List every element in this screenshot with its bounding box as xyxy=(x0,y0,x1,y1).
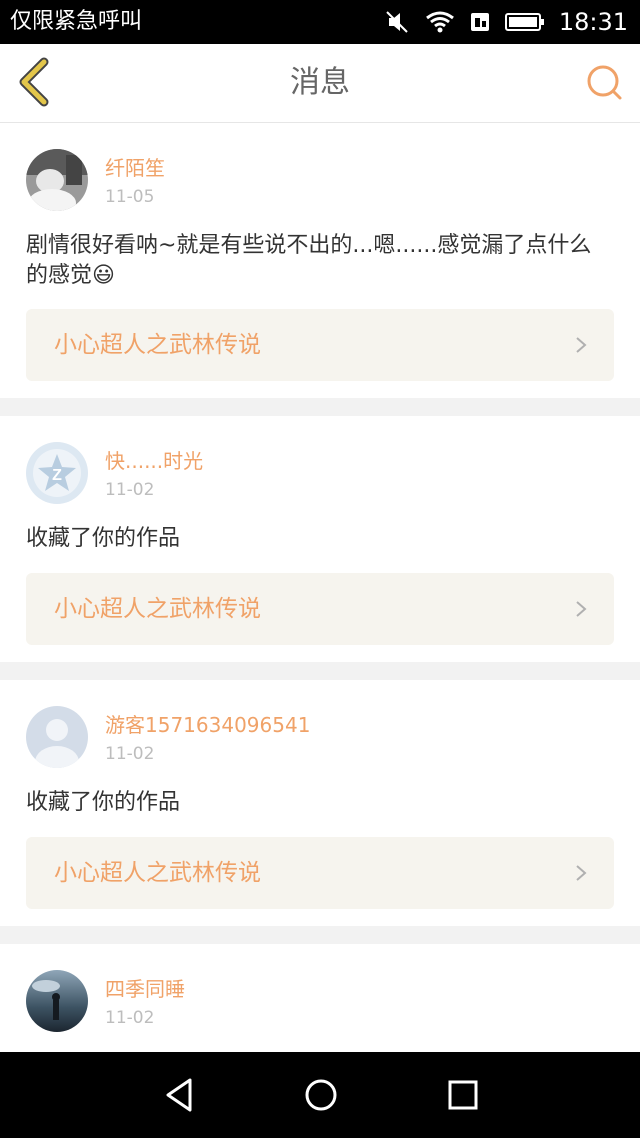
message-content: 剧情很好看呐~就是有些说不出的...嗯......感觉漏了点什么的感觉😃 xyxy=(26,233,592,288)
page-title: 消息 xyxy=(290,65,350,100)
chevron-right-icon xyxy=(576,601,587,617)
search-icon xyxy=(587,65,622,100)
header: 消息 xyxy=(0,44,640,123)
work-link[interactable]: 小心超人之武林传说 xyxy=(26,309,614,381)
username[interactable]: 纤陌笙 xyxy=(105,156,165,180)
work-title: 小心超人之武林传说 xyxy=(54,860,261,886)
mute-icon xyxy=(385,10,411,34)
system-nav-bar xyxy=(0,1052,640,1138)
work-title: 小心超人之武林传说 xyxy=(54,332,261,358)
message-card: Z 快......时光 11-02 收藏了你的作品 小心超人之武林传说 xyxy=(0,416,640,662)
circle-home-icon xyxy=(305,1079,337,1111)
chevron-right-icon xyxy=(576,865,587,881)
work-link[interactable]: 小心超人之武林传说 xyxy=(26,573,614,645)
message-date: 11-02 xyxy=(105,1008,155,1028)
clock: 18:31 xyxy=(558,8,628,36)
avatar[interactable] xyxy=(26,149,88,211)
work-link[interactable]: 小心超人之武林传说 xyxy=(26,837,614,909)
username[interactable]: 四季同睡 xyxy=(105,977,185,1001)
avatar[interactable] xyxy=(26,970,88,1032)
wifi-icon xyxy=(425,10,455,34)
battery-icon xyxy=(504,11,545,33)
square-recents-icon xyxy=(448,1080,478,1110)
status-bar: 仅限紧急呼叫 18:31 xyxy=(0,0,640,44)
chevron-right-icon xyxy=(576,337,587,353)
message-card: 纤陌笙 11-05 剧情很好看呐~就是有些说不出的...嗯......感觉漏了点… xyxy=(0,123,640,398)
nav-home-button[interactable] xyxy=(301,1075,341,1115)
avatar[interactable] xyxy=(26,706,88,768)
message-date: 11-02 xyxy=(105,744,155,764)
triangle-back-icon xyxy=(166,1078,192,1112)
search-button[interactable] xyxy=(584,62,624,102)
message-content: 收藏了你的作品 xyxy=(26,526,181,551)
sim-icon xyxy=(469,10,491,34)
username[interactable]: 快......时光 xyxy=(105,449,203,473)
nav-recents-button[interactable] xyxy=(443,1075,483,1115)
svg-text:Z: Z xyxy=(52,467,62,484)
message-date: 11-02 xyxy=(105,480,155,500)
message-content: 收藏了你的作品 xyxy=(26,790,181,815)
avatar[interactable]: Z xyxy=(26,442,88,504)
status-icons: 18:31 xyxy=(385,7,628,37)
carrier-text: 仅限紧急呼叫 xyxy=(10,9,143,34)
message-card: 游客1571634096541 11-02 收藏了你的作品 小心超人之武林传说 xyxy=(0,680,640,926)
work-title: 小心超人之武林传说 xyxy=(54,596,261,622)
nav-back-button[interactable] xyxy=(160,1075,200,1115)
username[interactable]: 游客1571634096541 xyxy=(105,713,310,737)
message-card: 四季同睡 11-02 xyxy=(0,944,640,1052)
message-date: 11-05 xyxy=(105,187,155,207)
